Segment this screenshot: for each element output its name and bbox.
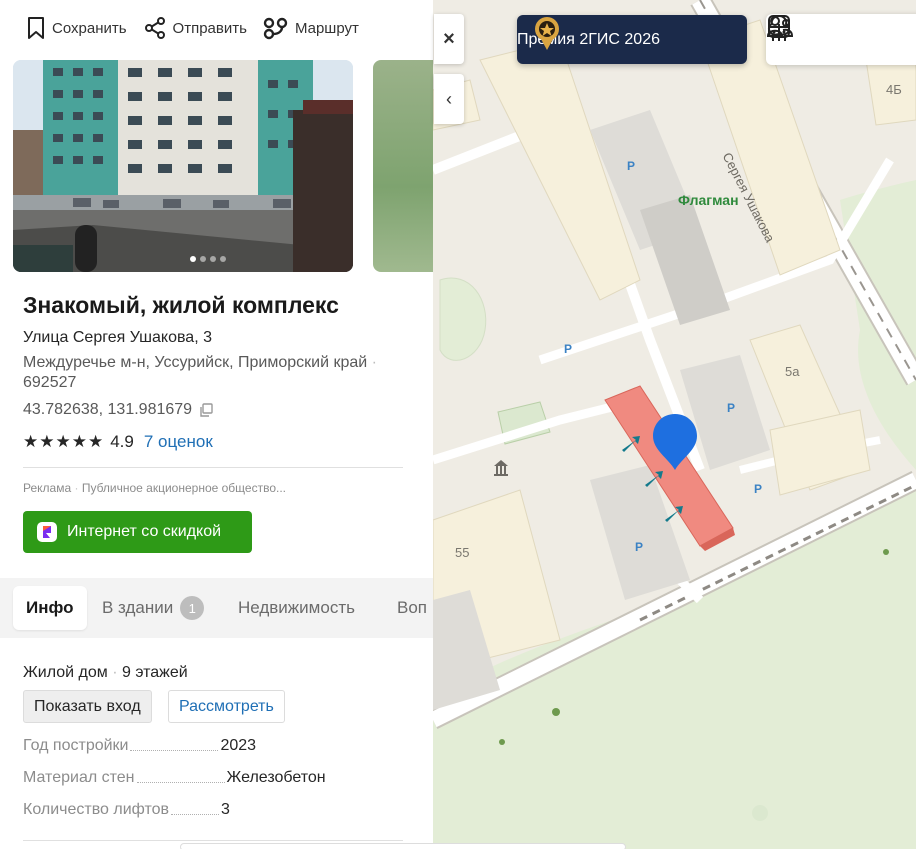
bottom-sheet-handle[interactable] [180, 843, 626, 849]
tab-questions[interactable]: Воп [397, 586, 427, 630]
place-address: Улица Сергея Ушакова, 3 [23, 329, 212, 346]
property-value: 2023 [220, 737, 257, 754]
close-icon[interactable]: × [434, 14, 464, 64]
tab-label: В здании [102, 598, 174, 617]
chevron-left-icon[interactable]: ‹ [434, 74, 464, 124]
parking-label: P [627, 159, 636, 173]
share-label: Отправить [172, 19, 247, 37]
ad-disclaimer[interactable]: Реклама · Публичное акционерное общество… [23, 481, 286, 495]
building-photo[interactable] [373, 60, 433, 272]
coordinates[interactable]: 43.782638, 131.981679 [23, 401, 214, 419]
property-key: Количество лифтов [23, 801, 169, 818]
property-row: Год постройки 2023 [23, 737, 413, 755]
brand-logo-icon [37, 522, 57, 542]
building-summary: Жилой дом · 9 этажей [23, 664, 188, 681]
house-number: 55 [455, 545, 470, 560]
property-key: Материал стен [23, 769, 135, 786]
divider [23, 840, 403, 841]
parking-label: P [754, 482, 763, 496]
star-rating-icon: ★★★★★ [23, 432, 105, 451]
district-text: Междуречье м-н, Уссурийск, Приморский кр… [23, 354, 368, 371]
tab-in-building[interactable]: В здании 1 [102, 586, 205, 630]
house-number: 5а [785, 364, 800, 379]
show-entrance-button[interactable]: Показать вход [23, 690, 152, 723]
rating-score: 4.9 [110, 432, 134, 451]
save-label: Сохранить [52, 19, 127, 37]
pagination-dot[interactable] [190, 256, 196, 262]
rating-row[interactable]: ★★★★★ 4.9 7 оценок [23, 432, 213, 452]
medal-icon [535, 17, 559, 50]
leader-dots [171, 814, 219, 815]
place-title: Знакомый, жилой комплекс [23, 292, 339, 318]
parking-label: P [564, 342, 573, 356]
route-label: Маршрут [294, 19, 359, 37]
building-photo[interactable] [13, 60, 353, 272]
tab-label: Инфо [26, 598, 74, 617]
ad-label: Реклама [23, 481, 72, 495]
tab-label: Воп [397, 598, 427, 617]
award-promo-button[interactable]: Премия 2ГИС 2026 [517, 15, 747, 64]
bookmark-icon [28, 17, 44, 39]
card-actions: Сохранить Отправить Маршрут [26, 16, 375, 40]
property-key: Год постройки [23, 737, 129, 754]
inspect-button[interactable]: Рассмотреть [168, 690, 285, 723]
ad-cta-label: Интернет со скидкой [67, 523, 222, 540]
postcode: 692527 [23, 374, 77, 391]
share-button[interactable]: Отправить [143, 16, 247, 40]
save-button[interactable]: Сохранить [26, 16, 127, 40]
coordinates-text: 43.782638, 131.981679 [23, 401, 193, 418]
pagination-dot[interactable] [200, 256, 206, 262]
share-icon [144, 17, 165, 39]
bus-icon[interactable] [768, 15, 904, 56]
route-button[interactable]: Маршрут [263, 16, 359, 40]
people-icon[interactable] [766, 16, 858, 56]
tab-real-estate[interactable]: Недвижимость [238, 586, 355, 630]
property-value: Железобетон [226, 769, 326, 786]
building-type: Жилой дом [23, 664, 108, 681]
ad-advertiser: Публичное акционерное общество... [81, 481, 286, 495]
reviews-link[interactable]: 7 оценок [144, 432, 213, 452]
property-row: Количество лифтов 3 [23, 801, 413, 819]
ad-cta-button[interactable]: Интернет со скидкой [23, 511, 252, 553]
parking-label: P [635, 540, 644, 554]
parking-label: P [727, 401, 736, 415]
tab-bar: Инфо В здании 1 Недвижимость Воп [0, 578, 433, 638]
property-row: Материал стен Железобетон [23, 769, 413, 787]
map-layer-toolbar [766, 14, 916, 65]
building-floors: 9 этажей [121, 664, 188, 681]
place-card-panel: Сохранить Отправить Маршрут Знакомый, жи… [0, 0, 433, 849]
pagination-dot[interactable] [220, 256, 226, 262]
copy-icon[interactable] [198, 402, 214, 418]
property-value: 3 [221, 801, 230, 818]
pagination-dot[interactable] [210, 256, 216, 262]
tab-info[interactable]: Инфо [13, 586, 87, 630]
tab-label: Недвижимость [238, 598, 355, 617]
leader-dots [130, 750, 219, 751]
leader-dots [136, 782, 225, 783]
house-number: 4Б [886, 82, 902, 97]
gallery-pagination [190, 256, 226, 262]
place-district: Междуречье м-н, Уссурийск, Приморский кр… [23, 354, 377, 391]
divider [23, 467, 403, 468]
photo-gallery[interactable] [13, 60, 433, 272]
tab-count-badge: 1 [180, 596, 205, 620]
poi-label[interactable]: Флагман [678, 192, 739, 208]
route-icon [263, 17, 288, 40]
